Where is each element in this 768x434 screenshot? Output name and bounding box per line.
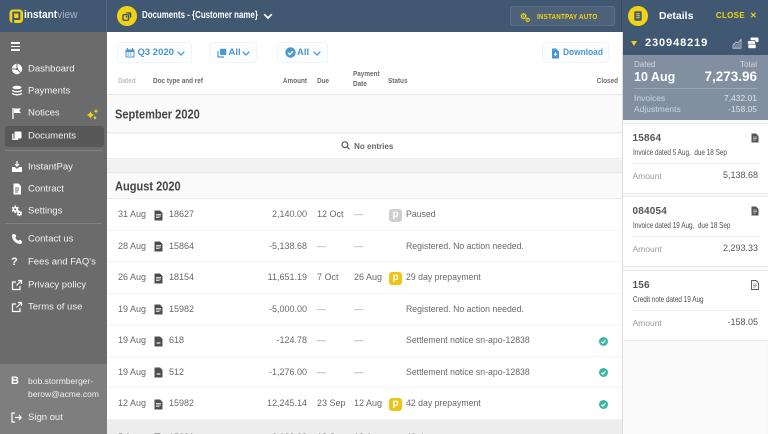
svg-text:⚙: ⚙ bbox=[525, 17, 531, 23]
